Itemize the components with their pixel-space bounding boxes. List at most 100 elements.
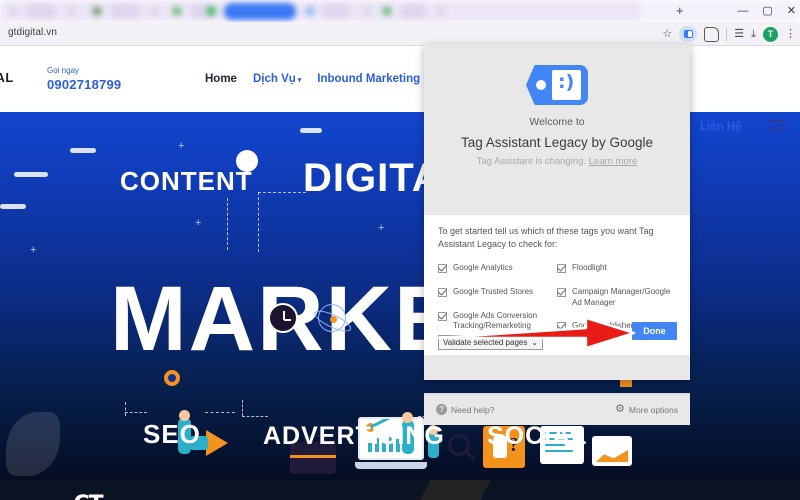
tab-ghost[interactable]: [305, 6, 315, 16]
call-now-label: Gọi ngay: [47, 66, 80, 75]
window-controls[interactable]: — ▢ ✕: [737, 0, 796, 22]
subtitle-text: Tag Assistant is changing.: [476, 156, 587, 167]
cloud-decoration: [70, 148, 96, 153]
new-tab-button[interactable]: +: [676, 4, 684, 17]
footer-logo: CT GT DIGITAL Grow together: [44, 494, 132, 500]
hero-word-social: SOCIAL: [487, 422, 588, 450]
hero-word-advertising: ADVERTISING: [263, 422, 445, 450]
minimize-icon[interactable]: —: [737, 5, 748, 17]
nav-link-lien-he[interactable]: Liên Hệ: [700, 121, 742, 133]
clock-icon: [268, 303, 298, 333]
tab-ghost[interactable]: [206, 6, 216, 16]
intro-text: To get started tell us which of these ta…: [438, 226, 654, 250]
dashed-connector: [242, 416, 268, 417]
site-logo[interactable]: TAL: [0, 70, 14, 85]
need-help-label: Need help?: [451, 404, 495, 415]
tab-ghost[interactable]: [400, 4, 426, 19]
call-now-block[interactable]: Gọi ngay 0902718799: [47, 66, 121, 92]
tab-ghost[interactable]: [322, 4, 350, 19]
checkbox-campaign-manager[interactable]: Campaign Manager/Google Ad Manager: [557, 287, 676, 309]
close-window-icon[interactable]: ✕: [787, 5, 796, 17]
footer-logo-mark: CT: [44, 494, 132, 500]
toolbar-icon-group: ☆ ☰ ⤓ T ⋮: [662, 22, 796, 46]
checkbox-label: Google Analytics: [453, 263, 513, 273]
checkbox-floodlight[interactable]: Floodlight: [557, 263, 676, 274]
call-now-number[interactable]: 0902718799: [47, 77, 121, 92]
tag-assistant-header: Welcome to Tag Assistant Legacy by Googl…: [424, 45, 690, 175]
dashed-connector: [125, 412, 147, 413]
reading-list-icon[interactable]: ☰: [734, 28, 744, 40]
tab-ghost[interactable]: [172, 6, 182, 16]
popup-title: Tag Assistant Legacy by Google: [460, 135, 654, 150]
nav-link-dich-vu[interactable]: Dịch Vụ ▾: [253, 73, 301, 85]
checkbox-icon[interactable]: [438, 287, 447, 297]
dashed-connector: [242, 400, 243, 416]
tab-ghost[interactable]: [26, 4, 56, 19]
checkbox-icon[interactable]: [557, 287, 566, 297]
tab-ghost[interactable]: [362, 6, 372, 16]
address-bar-url[interactable]: gtdigital.vn: [8, 27, 57, 38]
help-question-icon: ?: [436, 404, 447, 415]
site-footer-bar: CT GT DIGITAL Grow together ⊕ gtdigital.…: [0, 480, 800, 500]
checkbox-google-analytics[interactable]: Google Analytics: [438, 263, 557, 274]
chrome-menu-icon[interactable]: ⋮: [785, 28, 796, 40]
hero-word-content: CONTENT: [120, 166, 253, 196]
tab-ghost[interactable]: [92, 6, 102, 16]
maximize-icon[interactable]: ▢: [762, 5, 772, 17]
plus-decoration: +: [30, 244, 37, 256]
red-arrow-annotation: [438, 316, 636, 350]
hamburger-menu-icon[interactable]: [770, 120, 786, 134]
dashed-connector: [227, 198, 228, 250]
checkbox-label: Google Trusted Stores: [453, 286, 534, 296]
plus-decoration: +: [195, 217, 202, 229]
gear-icon: [164, 370, 180, 386]
cloud-decoration: [0, 204, 26, 209]
cloud-decoration: [300, 128, 322, 133]
nav-link-home[interactable]: Home: [205, 73, 237, 85]
leaf-decoration: [6, 412, 60, 476]
cloud-decoration: [14, 172, 48, 177]
plus-decoration: +: [178, 140, 185, 152]
browser-chrome: + — ▢ ✕ gtdigital.vn ☆ ☰ ⤓ T ⋮: [0, 0, 800, 46]
tag-assistant-logo-icon: [526, 65, 588, 105]
tag-assistant-toolbar-icon[interactable]: [679, 26, 698, 42]
tab-ghost[interactable]: [66, 6, 76, 16]
nav-link-inbound-marketing[interactable]: Inbound Marketing: [317, 73, 420, 85]
tab-ghost[interactable]: [382, 6, 392, 16]
popup-subtitle: Tag Assistant is changing. Learn more: [424, 156, 690, 167]
dashed-connector: [205, 412, 235, 413]
magnifier-icon: [448, 434, 470, 456]
dashed-connector: [258, 192, 306, 193]
checkbox-label: Floodlight: [572, 263, 607, 273]
tab-ghost[interactable]: [110, 4, 140, 19]
checkbox-label: Campaign Manager/Google Ad Manager: [572, 286, 671, 307]
chart-card-icon: [592, 436, 632, 466]
downloads-icon[interactable]: ⤓: [751, 28, 756, 40]
tab-ghost[interactable]: [8, 6, 18, 16]
done-button[interactable]: Done: [632, 322, 677, 340]
more-options-label: More options: [628, 404, 678, 415]
tab-ghost[interactable]: [150, 6, 160, 16]
plus-decoration: +: [378, 222, 385, 234]
nav-link-group: Home Dịch Vụ▾ Inbound Marketing Dig: [205, 73, 455, 85]
hero-word-seo: SEO: [143, 419, 201, 449]
welcome-label: Welcome to: [529, 116, 585, 128]
tag-assistant-footer: ? Need help? ⚙ More options: [424, 393, 690, 425]
checkbox-icon[interactable]: [557, 264, 566, 274]
gear-icon: ⚙: [614, 403, 625, 415]
tab-ghost[interactable]: [436, 6, 446, 16]
more-options-item[interactable]: ⚙ More options: [615, 404, 678, 415]
toolbar-divider: [726, 27, 728, 41]
browser-tab-active[interactable]: [224, 3, 296, 20]
learn-more-link[interactable]: Learn more: [589, 156, 638, 167]
chevron-down-icon: ▾: [297, 77, 302, 84]
dashed-connector: [125, 402, 126, 416]
checkbox-google-trusted-stores[interactable]: Google Trusted Stores: [438, 287, 557, 298]
need-help-item[interactable]: ? Need help?: [436, 404, 494, 415]
dashed-connector: [258, 192, 259, 252]
extensions-icon[interactable]: [704, 26, 720, 42]
profile-avatar[interactable]: T: [763, 26, 778, 42]
bookmark-star-icon[interactable]: ☆: [662, 28, 672, 40]
checkbox-icon[interactable]: [438, 264, 447, 274]
browser-toolbar: gtdigital.vn ☆ ☰ ⤓ T ⋮: [0, 22, 800, 46]
